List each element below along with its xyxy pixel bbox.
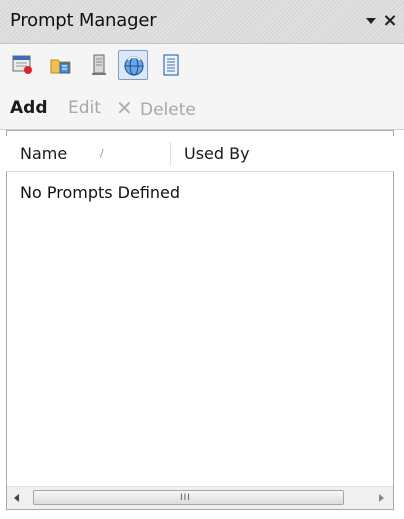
action-toolbar: Add Edit ✕ Delete (0, 86, 404, 130)
calendar-icon[interactable] (8, 50, 38, 80)
edit-button[interactable]: Edit (68, 97, 101, 119)
prompt-manager-panel: Prompt Manager × Add Edit ✕ Delete Name … (0, 0, 404, 519)
server-icon[interactable] (84, 50, 114, 80)
list-header: Name / Used By (6, 136, 394, 172)
scroll-right-icon[interactable] (379, 494, 384, 502)
globe-refresh-icon[interactable] (118, 50, 148, 80)
icon-toolbar (0, 44, 404, 86)
scrollbar-thumb[interactable]: III (33, 490, 344, 505)
delete-label: Delete (140, 100, 196, 120)
empty-list-message: No Prompts Defined (20, 183, 181, 202)
folder-icon[interactable] (46, 50, 76, 80)
document-list-icon[interactable] (156, 50, 186, 80)
horizontal-scrollbar[interactable]: III (7, 486, 393, 509)
close-icon[interactable]: × (380, 9, 400, 33)
dropdown-arrow-icon[interactable] (366, 18, 376, 24)
sort-indicator-icon: / (100, 147, 104, 160)
column-divider[interactable] (170, 142, 171, 166)
delete-button[interactable]: ✕ Delete (116, 97, 196, 121)
panel-title: Prompt Manager (10, 10, 157, 31)
panel-title-bar[interactable]: Prompt Manager × (0, 0, 404, 44)
delete-icon: ✕ (116, 96, 133, 120)
add-button[interactable]: Add (10, 97, 48, 119)
column-header-used-by[interactable]: Used By (184, 136, 250, 171)
column-header-name[interactable]: Name (20, 136, 67, 171)
scroll-left-icon[interactable] (14, 494, 19, 502)
scrollbar-grip-icon: III (180, 493, 191, 503)
